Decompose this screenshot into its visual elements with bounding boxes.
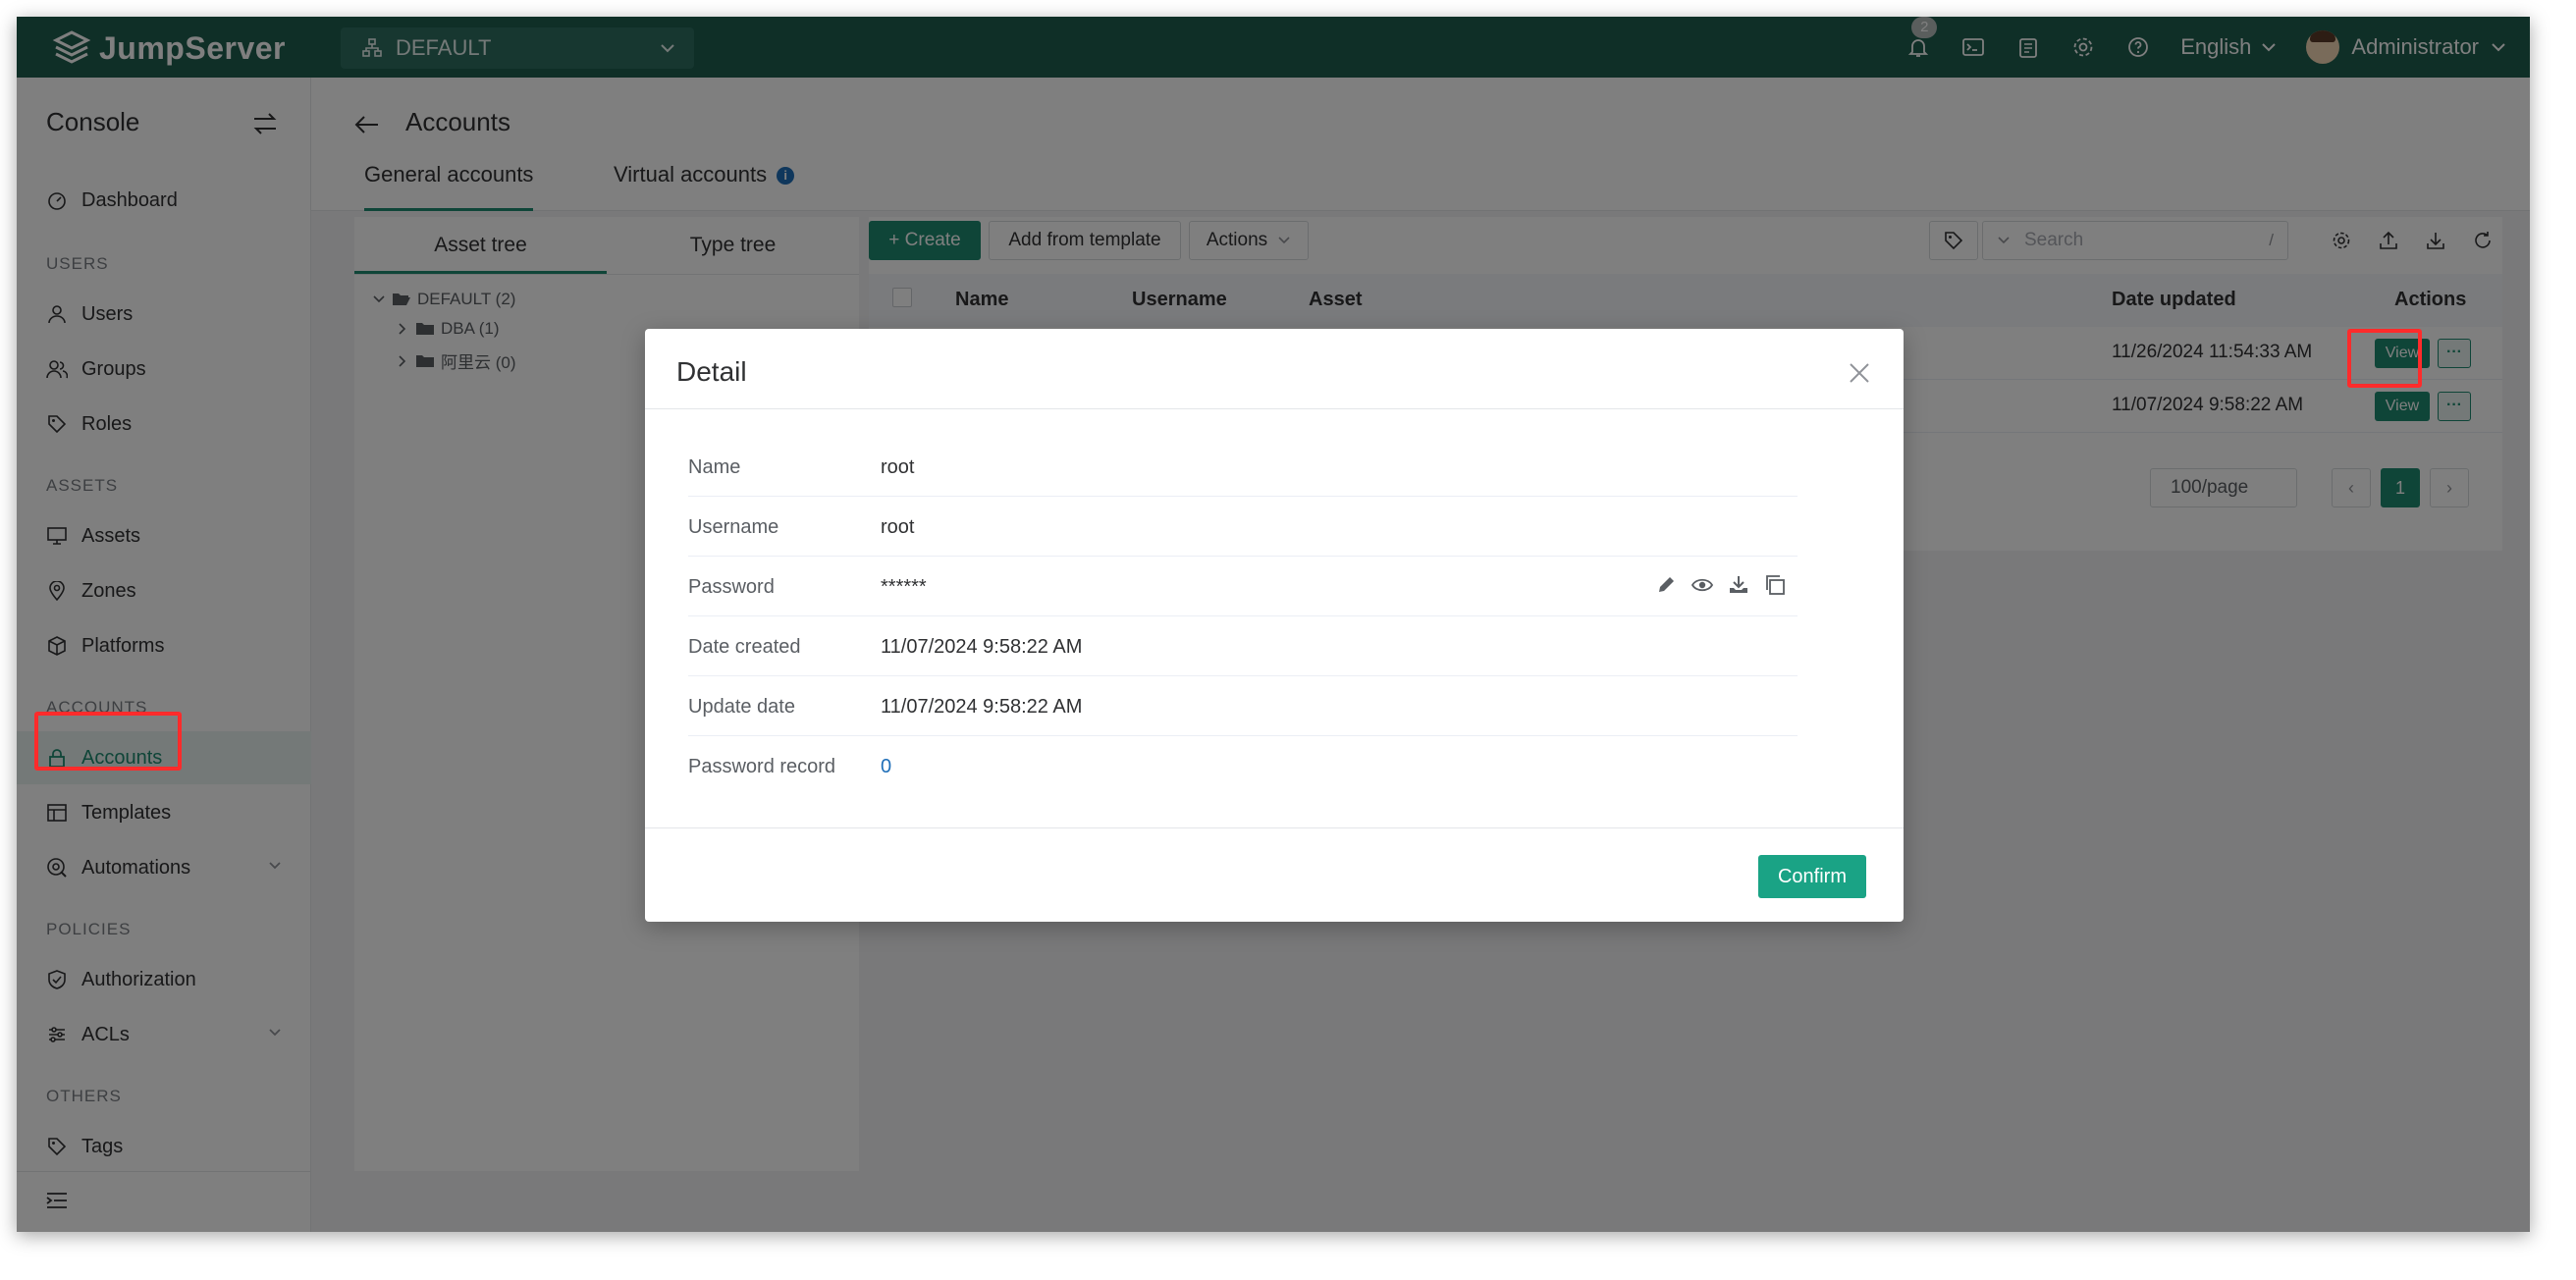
highlight-accounts [34, 712, 182, 771]
password-record-link[interactable]: 0 [881, 756, 891, 778]
detail-value: root [881, 516, 915, 538]
detail-row-password: Password ****** [688, 557, 1798, 616]
copy-icon[interactable] [1764, 574, 1786, 596]
detail-value: root [881, 456, 915, 478]
detail-row-username: Username root [688, 497, 1798, 557]
eye-icon[interactable] [1691, 575, 1713, 595]
detail-label: Username [688, 516, 779, 538]
dialog-title: Detail [676, 356, 747, 387]
detail-label: Date created [688, 636, 801, 658]
detail-dialog: Detail Name root Username root Password … [645, 329, 1904, 922]
close-icon[interactable] [1849, 362, 1870, 384]
detail-row-date-created: Date created 11/07/2024 9:58:22 AM [688, 616, 1798, 676]
edit-icon[interactable] [1656, 575, 1676, 595]
detail-value: 11/07/2024 9:58:22 AM [881, 636, 1083, 658]
detail-label: Update date [688, 696, 795, 718]
confirm-button[interactable]: Confirm [1758, 855, 1866, 898]
detail-row-password-record: Password record 0 [688, 736, 1798, 796]
detail-label: Name [688, 456, 741, 478]
app-window: JumpServer DEFAULT 2 [17, 17, 2530, 1232]
detail-row-update-date: Update date 11/07/2024 9:58:22 AM [688, 676, 1798, 736]
detail-label: Password [688, 576, 775, 598]
download-icon[interactable] [1729, 575, 1748, 595]
detail-row-name: Name root [688, 437, 1798, 497]
detail-label: Password record [688, 756, 836, 777]
detail-value: 11/07/2024 9:58:22 AM [881, 696, 1083, 718]
highlight-view-button [2347, 329, 2422, 388]
detail-value: ****** [881, 576, 927, 598]
